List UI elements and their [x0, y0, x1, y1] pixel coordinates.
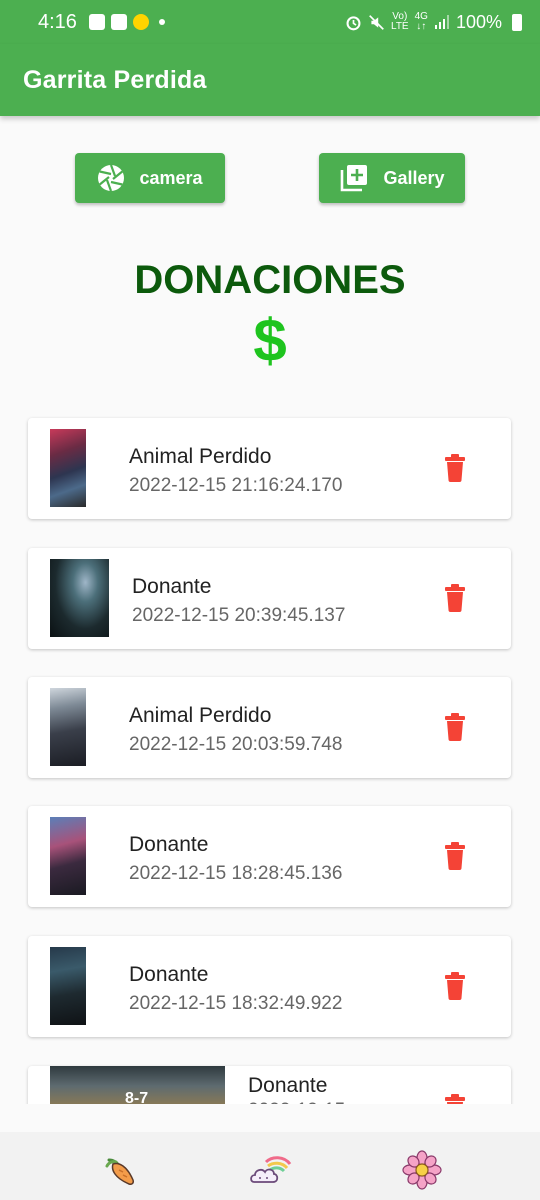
list-item[interactable]: Animal Perdido 2022-12-15 21:16:24.170 [28, 418, 511, 519]
delete-icon[interactable] [444, 713, 466, 741]
delete-icon[interactable] [444, 584, 466, 612]
gallery-button-label: Gallery [383, 167, 445, 188]
record-date: 2022-12-15 20:39:45.137 [132, 605, 346, 626]
signal-icon [434, 15, 449, 29]
record-thumbnail [50, 429, 86, 507]
battery-percent: 100% [455, 11, 502, 32]
dollar-icon: $ [253, 307, 287, 374]
records-list[interactable]: Animal Perdido 2022-12-15 21:16:24.170 D… [0, 400, 540, 1104]
app-title: Garrita Perdida [23, 65, 207, 94]
record-date: 2022-12-15 18:28:45.136 [129, 863, 343, 884]
record-thumbnail [50, 947, 86, 1025]
alarm-icon [346, 15, 361, 30]
carrot-icon[interactable] [99, 1150, 139, 1190]
camera-button[interactable]: camera [75, 153, 225, 203]
add-to-photos-icon [341, 165, 368, 192]
bottom-navigation [0, 1132, 540, 1200]
status-time: 4:16 [38, 10, 77, 33]
more-notifications-dot [158, 19, 165, 25]
list-item[interactable]: 8-7 Donante 2022-12-15 [28, 1066, 511, 1104]
list-item[interactable]: Donante 2022-12-15 18:28:45.136 [28, 806, 511, 907]
thumbnail-score: 8-7 [125, 1090, 149, 1104]
record-title: Donante [129, 833, 209, 856]
battery-icon [512, 13, 522, 31]
status-bar: 4:16 Vo) LTE 4G ↓↑ 100% [0, 0, 540, 44]
record-title: Animal Perdido [129, 704, 272, 727]
network-4g-indicator: 4G ↓↑ [415, 12, 428, 32]
delete-icon[interactable] [444, 454, 466, 482]
camera-shutter-icon [98, 164, 125, 192]
record-thumbnail [50, 817, 86, 895]
record-date: 2022-12-15 21:16:24.170 [129, 475, 343, 496]
app-bar: Garrita Perdida [0, 44, 540, 116]
record-date: 2022-12-15 [248, 1100, 345, 1104]
record-title: Animal Perdido [129, 445, 272, 468]
delete-icon[interactable] [444, 1094, 466, 1104]
gallery-button[interactable]: Gallery [319, 153, 465, 203]
record-thumbnail [50, 559, 109, 637]
sigma-notification-icon [110, 14, 127, 30]
network-4g-bottom: ↓↑ [416, 21, 427, 32]
record-title: Donante [129, 963, 209, 986]
delete-icon[interactable] [444, 842, 466, 870]
camera-button-label: camera [139, 167, 203, 188]
record-thumbnail [50, 688, 86, 766]
gallery-notification-icon [88, 14, 105, 30]
rainbow-cloud-icon[interactable] [248, 1150, 292, 1190]
flower-icon[interactable] [402, 1150, 442, 1190]
record-date: 2022-12-15 20:03:59.748 [129, 734, 343, 755]
list-item[interactable]: Donante 2022-12-15 20:39:45.137 [28, 548, 511, 649]
volte-bottom: LTE [391, 21, 409, 32]
record-date: 2022-12-15 18:32:49.922 [129, 993, 343, 1014]
delete-icon[interactable] [444, 972, 466, 1000]
volte-indicator: Vo) LTE [391, 12, 409, 32]
record-thumbnail: 8-7 [50, 1066, 225, 1104]
warning-notification-icon [132, 14, 149, 30]
record-title: Donante [248, 1074, 328, 1097]
list-item[interactable]: Animal Perdido 2022-12-15 20:03:59.748 [28, 677, 511, 778]
record-title: Donante [132, 575, 212, 598]
donations-heading: DONACIONES [134, 258, 406, 302]
list-item[interactable]: Donante 2022-12-15 18:32:49.922 [28, 936, 511, 1037]
mute-icon [369, 14, 384, 30]
